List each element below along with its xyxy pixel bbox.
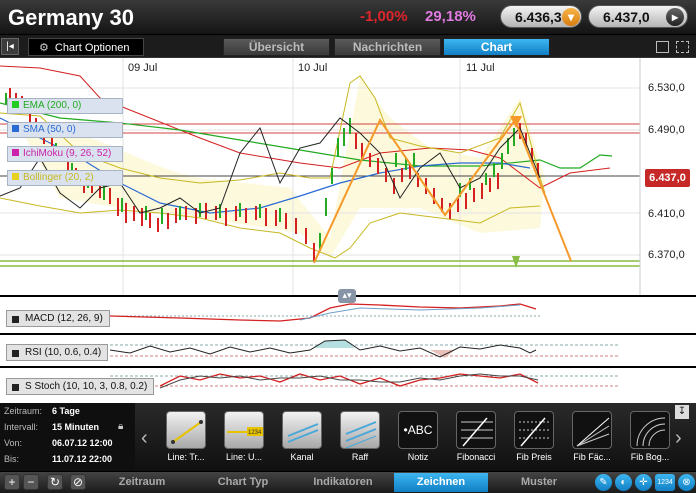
date-label-11jul: 11 Jul [466, 62, 495, 74]
ask-price-button[interactable]: 6.437,0 ▸ [588, 5, 688, 28]
change-percent: -1,00% [360, 8, 408, 25]
current-price-tag: 6.437,0 [645, 169, 690, 187]
clear-button[interactable]: ⊘ [70, 474, 86, 490]
von-label: Von: [4, 438, 23, 448]
macd-panel [109, 303, 540, 322]
legend-ichimoku[interactable]: IchiMoku (9, 26, 52) [7, 146, 123, 162]
crosshair-icon[interactable]: ✛ [635, 474, 652, 491]
refresh-button[interactable]: ↻ [47, 474, 63, 490]
gear-icon: ⚙ [39, 42, 49, 54]
tools-prev-icon[interactable]: ‹ [141, 427, 148, 450]
bid-price: 6.436,3 [515, 9, 562, 25]
panel-splitter-handle[interactable]: ▴▾ [338, 289, 356, 303]
intervall-label: Intervall: [4, 422, 39, 432]
price-label-6530: 6.530,0 [648, 82, 685, 94]
price-chart[interactable]: 09 Jul 10 Jul 11 Jul 6.530,0 6.490,0 6.4… [0, 58, 696, 403]
time-range-info: Zeitraum: 6 Tage Intervall: 15 Minuten 🔒︎ … [0, 403, 135, 471]
bid-price-button[interactable]: 6.436,3 ▾ [500, 5, 582, 28]
raff-channel-icon [340, 411, 380, 449]
zoom-in-button[interactable]: + [4, 474, 20, 490]
fib-price-icon [514, 411, 554, 449]
chart-options-label: Chart Optionen [54, 42, 130, 54]
tool-line-trend-label: Line: Tr... [167, 452, 205, 462]
tools-collapse-icon[interactable]: ↧ [675, 405, 689, 419]
bottom-tab-zeitraum[interactable]: Zeitraum [95, 473, 189, 492]
tool-line-trend[interactable]: Line: Tr... [161, 411, 211, 462]
tab-uebersicht[interactable]: Übersicht [223, 38, 330, 56]
bis-value: 11.07.12 22:00 [52, 454, 113, 464]
instrument-header: Germany 30 -1,00% 29,18% 6.436,3 ▾ 6.437… [0, 0, 696, 35]
chart-options-button[interactable]: ⚙ Chart Optionen [28, 38, 144, 56]
tab-chart[interactable]: Chart [443, 38, 550, 56]
badge-icon[interactable]: 1234 [655, 474, 675, 491]
bis-label: Bis: [4, 454, 20, 464]
tool-notiz-label: Notiz [407, 452, 429, 462]
bottom-tab-indikatoren[interactable]: Indikatoren [296, 473, 390, 492]
trend-line-icon [166, 411, 206, 449]
tool-notiz[interactable]: •ABC Notiz [393, 411, 443, 462]
instrument-title: Germany 30 [8, 5, 134, 30]
price-label-6490: 6.490,0 [648, 124, 685, 136]
window-icon[interactable] [656, 41, 669, 53]
bottom-navigation: + − ↻ ⊘ Zeitraum Chart Typ Indikatoren Z… [0, 471, 696, 493]
tool-fibonacci-label: Fibonacci [456, 452, 496, 462]
zeitraum-value: 6 Tage [52, 406, 80, 416]
buy-arrow-icon: ▸ [666, 8, 684, 26]
tool-fib-preis-label: Fib Preis [516, 452, 552, 462]
tool-fib-bogen-label: Fib Bog... [630, 452, 670, 462]
date-label-10jul: 10 Jul [298, 62, 328, 74]
tool-kanal-label: Kanal [290, 452, 314, 462]
legend-ema[interactable]: EMA (200, 0) [7, 98, 123, 114]
bottom-tab-zeichnen[interactable]: Zeichnen [394, 473, 488, 492]
fibonacci-icon [456, 411, 496, 449]
bottom-tab-muster[interactable]: Muster [492, 473, 586, 492]
secondary-percent: 29,18% [425, 8, 476, 25]
tool-fib-preis[interactable]: Fib Preis [509, 411, 559, 462]
stoch-panel [110, 373, 620, 389]
tool-fib-faecher[interactable]: Fib Fäc... [567, 411, 617, 462]
channel-icon [282, 411, 322, 449]
indicator-label-stoch[interactable]: S Stoch (10, 10, 3, 0.8, 0.2) [6, 378, 155, 395]
intervall-value: 15 Minuten [52, 422, 100, 432]
tool-fibonacci[interactable]: Fibonacci [451, 411, 501, 462]
tool-fib-bogen[interactable]: Fib Bog... [625, 411, 675, 462]
tool-raff[interactable]: Raff [335, 411, 385, 462]
von-value: 06.07.12 12:00 [52, 438, 113, 448]
tool-line-horizontal[interactable]: 1234 Line: U... [219, 411, 269, 462]
fib-arc-icon [630, 411, 670, 449]
tool-kanal[interactable]: Kanal [277, 411, 327, 462]
price-label-6370: 6.370,0 [648, 249, 685, 261]
indicator-label-rsi[interactable]: RSI (10, 0.6, 0.4) [6, 344, 109, 361]
indicator-legend: EMA (200, 0) SMA (50, 0) IchiMoku (9, 26… [7, 98, 123, 194]
bottom-tab-chart-typ[interactable]: Chart Typ [196, 473, 290, 492]
tool-line-horizontal-label: Line: U... [225, 452, 263, 462]
legend-sma[interactable]: SMA (50, 0) [7, 122, 123, 138]
pen-icon[interactable]: ✎ [595, 474, 612, 491]
legend-bollinger[interactable]: Bollinger (20, 2) [7, 170, 123, 186]
lock-icon[interactable]: 🔒︎ [118, 421, 123, 432]
collapse-panel-button[interactable]: |◂ [1, 38, 19, 55]
chart-toolbar: |◂ ⚙ Chart Optionen Übersicht Nachrichten… [0, 36, 696, 58]
date-label-09jul: 09 Jul [128, 62, 158, 74]
price-label-6410: 6.410,0 [648, 208, 685, 220]
tool-raff-label: Raff [351, 452, 369, 462]
svg-text:1234: 1234 [248, 430, 262, 436]
magnet-icon[interactable]: ◐ [615, 474, 632, 491]
zeitraum-label: Zeitraum: [4, 406, 43, 416]
zoom-out-button[interactable]: − [23, 474, 39, 490]
fib-fan-icon [572, 411, 612, 449]
text-note-icon: •ABC [398, 411, 438, 449]
delete-icon[interactable]: ⊗ [678, 474, 695, 491]
tool-fib-faecher-label: Fib Fäc... [573, 452, 611, 462]
sell-arrow-icon: ▾ [562, 8, 580, 26]
rsi-panel [109, 339, 620, 358]
horizontal-line-icon: 1234 [224, 411, 264, 449]
tools-next-icon[interactable]: › [675, 427, 682, 450]
drawing-tools-bar: ‹ Line: Tr... 1234 Line: U... Kanal Raff… [135, 403, 696, 471]
tab-nachrichten[interactable]: Nachrichten [334, 38, 441, 56]
detach-icon[interactable] [676, 41, 689, 53]
indicator-label-macd[interactable]: MACD (12, 26, 9) [6, 310, 110, 327]
ask-price: 6.437,0 [603, 9, 650, 25]
